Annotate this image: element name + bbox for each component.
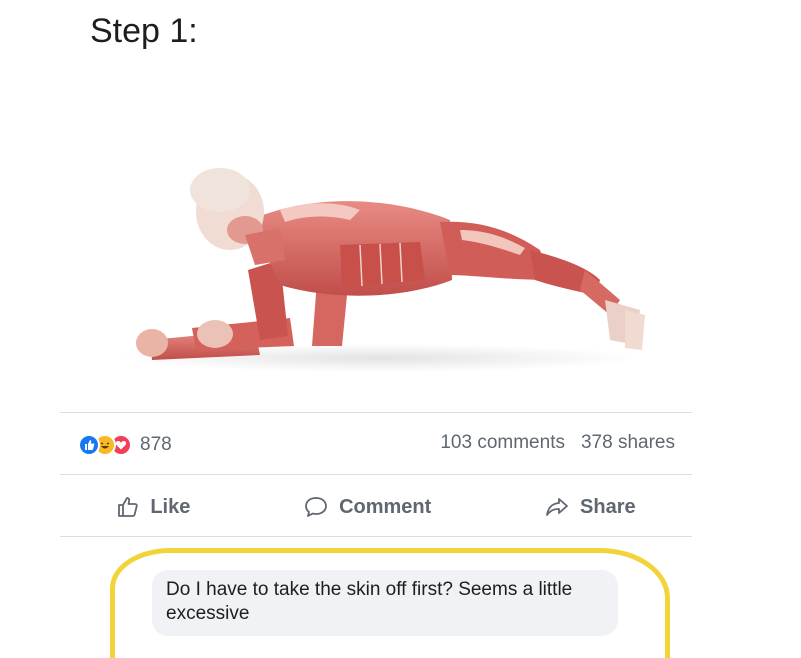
shares-count[interactable]: 378 shares xyxy=(581,432,675,454)
comment-label: Comment xyxy=(339,495,432,518)
comment-bubble[interactable]: Do I have to take the skin off first? Se… xyxy=(152,570,618,636)
comments-count[interactable]: 103 comments xyxy=(440,432,565,454)
thumbs-up-icon xyxy=(118,497,139,517)
post-actions-bar: Like Comment Share xyxy=(60,488,692,526)
like-label: Like xyxy=(150,495,191,518)
post-image[interactable] xyxy=(80,150,700,400)
comment-text: Do I have to take the skin off first? Se… xyxy=(166,579,573,624)
divider-middle xyxy=(60,474,692,475)
divider-bottom xyxy=(60,536,692,537)
like-reaction-icon xyxy=(78,434,100,456)
share-button[interactable]: Share xyxy=(544,495,636,519)
reactions-summary[interactable]: 878 xyxy=(78,430,172,460)
share-label: Share xyxy=(580,495,636,518)
like-button[interactable]: Like xyxy=(116,495,190,519)
comment-button[interactable]: Comment xyxy=(303,495,431,519)
divider-top xyxy=(60,412,692,413)
share-arrow-icon xyxy=(546,498,568,516)
reaction-count: 878 xyxy=(140,434,172,455)
post-stats: 103 comments 378 shares xyxy=(440,432,675,454)
muscle-figure-illustration xyxy=(120,168,645,372)
comment-bubble-icon xyxy=(305,497,327,517)
post-caption: Step 1: xyxy=(90,12,198,50)
